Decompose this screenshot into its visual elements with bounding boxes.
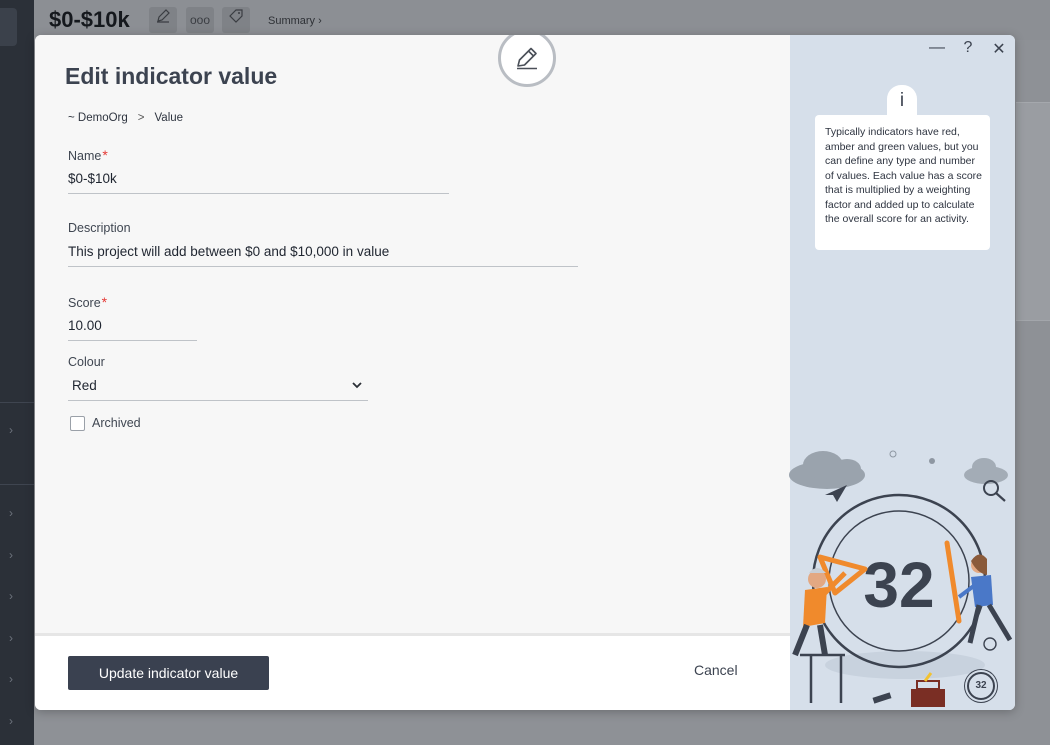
info-text: Typically indicators have red, amber and… bbox=[825, 126, 983, 225]
chevron-right-icon[interactable]: › bbox=[9, 714, 23, 728]
background-page-title: $0-$10k bbox=[49, 7, 130, 32]
edit-badge bbox=[498, 35, 556, 87]
cloud-icon bbox=[789, 451, 865, 489]
cancel-button[interactable]: Cancel bbox=[694, 662, 738, 678]
description-field-underline bbox=[68, 266, 578, 267]
score-field[interactable]: 10.00 bbox=[68, 318, 102, 333]
required-marker: * bbox=[102, 147, 108, 163]
score-badge-number: 32 bbox=[975, 680, 987, 691]
help-icon[interactable]: ? bbox=[959, 39, 977, 57]
name-field[interactable]: $0-$10k bbox=[68, 171, 117, 186]
nav-divider bbox=[0, 402, 34, 403]
chevron-right-icon[interactable]: › bbox=[9, 631, 23, 645]
background-card bbox=[1016, 102, 1050, 321]
chevron-right-icon[interactable]: › bbox=[9, 506, 23, 520]
required-marker: * bbox=[101, 294, 108, 310]
background-divider bbox=[1016, 320, 1050, 321]
chevron-down-icon[interactable] bbox=[352, 380, 362, 390]
description-label: Description bbox=[68, 221, 131, 235]
colour-select[interactable]: Red bbox=[72, 378, 97, 393]
cloud-icon bbox=[964, 458, 1008, 484]
left-navigation: › › › › › › › bbox=[0, 0, 34, 745]
score-badge: 32 bbox=[967, 672, 995, 700]
nav-top-tab[interactable] bbox=[0, 8, 17, 46]
colour-label: Colour bbox=[68, 355, 105, 369]
illustration-score-number: 32 bbox=[863, 549, 934, 621]
pencil-icon bbox=[517, 47, 537, 70]
breadcrumb: ~ DemoOrg > Value bbox=[68, 112, 183, 124]
name-label: Name* bbox=[68, 147, 108, 163]
search-icon bbox=[983, 480, 1006, 502]
modal-form-area: Edit indicator value ~ DemoOrg > Value Nam… bbox=[35, 35, 790, 633]
info-icon: i bbox=[887, 85, 917, 117]
nav-divider bbox=[0, 484, 34, 485]
info-bubble: Typically indicators have red, amber and… bbox=[815, 115, 990, 250]
update-indicator-button[interactable]: Update indicator value bbox=[68, 656, 269, 690]
breadcrumb-org[interactable]: ~ DemoOrg bbox=[68, 112, 128, 124]
colour-select-underline bbox=[68, 400, 368, 401]
archived-label: Archived bbox=[92, 416, 141, 430]
scoring-illustration: 32 bbox=[789, 450, 1013, 707]
more-icon[interactable]: ooo bbox=[186, 7, 214, 33]
score-field-underline bbox=[68, 340, 197, 341]
modal-title: Edit indicator value bbox=[65, 63, 278, 89]
score-label: Score* bbox=[68, 294, 108, 310]
pencil-icon[interactable] bbox=[149, 7, 177, 33]
name-field-underline bbox=[68, 193, 449, 194]
description-field[interactable]: This project will add between $0 and $10… bbox=[68, 244, 389, 259]
minimize-icon[interactable]: — bbox=[928, 39, 946, 57]
tag-icon[interactable] bbox=[222, 7, 250, 33]
summary-link[interactable]: Summary › bbox=[268, 15, 322, 27]
close-icon[interactable]: ✕ bbox=[990, 39, 1008, 59]
edit-indicator-modal: Edit indicator value ~ DemoOrg > Value Nam… bbox=[35, 35, 1015, 710]
chevron-right-icon[interactable]: › bbox=[9, 672, 23, 686]
breadcrumb-separator: > bbox=[137, 112, 145, 124]
archived-checkbox[interactable] bbox=[70, 416, 85, 431]
chevron-right-icon[interactable]: › bbox=[9, 589, 23, 603]
breadcrumb-current: Value bbox=[154, 112, 184, 124]
chevron-right-icon[interactable]: › bbox=[9, 548, 23, 562]
chevron-right-icon[interactable]: › bbox=[9, 423, 23, 437]
